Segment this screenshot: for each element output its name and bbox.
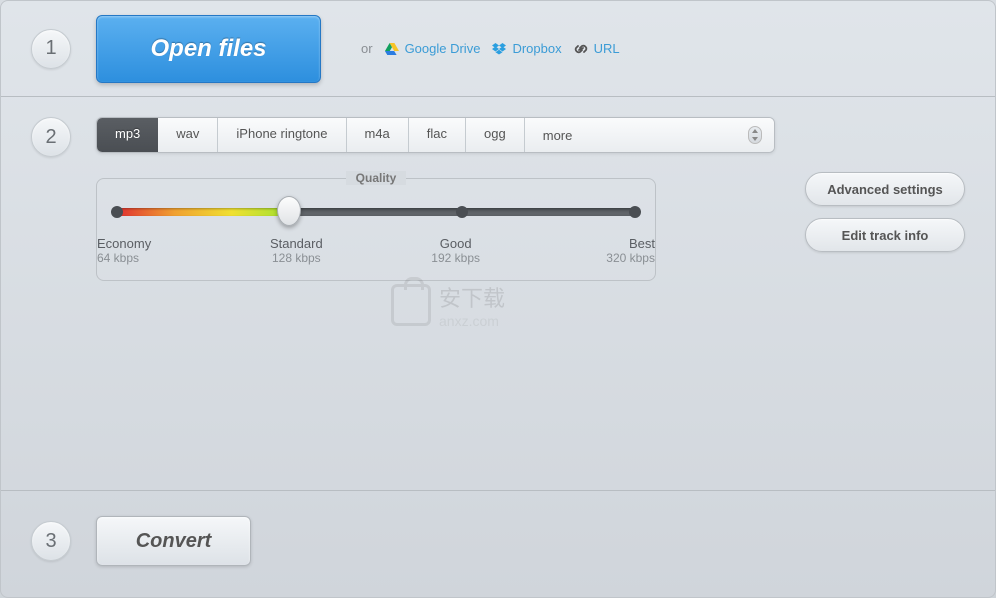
format-tab-flac[interactable]: flac bbox=[409, 118, 466, 152]
slider-tick-2 bbox=[456, 206, 468, 218]
quality-title: Quality bbox=[346, 171, 406, 185]
format-tab-more[interactable]: more bbox=[525, 118, 774, 152]
edit-track-info-button[interactable]: Edit track info bbox=[805, 218, 965, 252]
dropbox-icon bbox=[492, 43, 506, 55]
audio-converter-app: 1 Open files or Google Drive Dropbox URL… bbox=[0, 0, 996, 598]
quality-label-economy: Economy 64 kbps bbox=[97, 236, 177, 265]
url-link[interactable]: URL bbox=[574, 41, 620, 56]
format-tab-mp3[interactable]: mp3 bbox=[97, 118, 158, 152]
slider-tick-0 bbox=[111, 206, 123, 218]
google-drive-link[interactable]: Google Drive bbox=[385, 41, 481, 56]
step-badge-2: 2 bbox=[31, 117, 71, 157]
format-tabs: mp3 wav iPhone ringtone m4a flac ogg mor… bbox=[96, 117, 775, 153]
quality-label-good: Good 192 kbps bbox=[416, 236, 496, 265]
quality-labels: Economy 64 kbps Standard 128 kbps Good 1… bbox=[117, 236, 635, 265]
source-options: or Google Drive Dropbox URL bbox=[361, 41, 620, 56]
format-quality-area: mp3 wav iPhone ringtone m4a flac ogg mor… bbox=[96, 117, 775, 281]
open-files-button[interactable]: Open files bbox=[96, 15, 321, 83]
more-label: more bbox=[543, 128, 573, 143]
quality-label-best: Best 320 kbps bbox=[575, 236, 655, 265]
dropbox-link[interactable]: Dropbox bbox=[492, 41, 561, 56]
step-1-section: 1 Open files or Google Drive Dropbox URL bbox=[1, 1, 995, 96]
format-tab-m4a[interactable]: m4a bbox=[347, 118, 409, 152]
step-badge-1: 1 bbox=[31, 29, 71, 69]
slider-fill bbox=[117, 208, 289, 216]
format-tab-wav[interactable]: wav bbox=[158, 118, 218, 152]
slider-thumb[interactable] bbox=[277, 196, 301, 226]
advanced-settings-button[interactable]: Advanced settings bbox=[805, 172, 965, 206]
quality-panel: Quality Economy 64 kbps bbox=[96, 178, 656, 281]
step-2-section: 2 mp3 wav iPhone ringtone m4a flac ogg m… bbox=[1, 96, 995, 491]
google-drive-icon bbox=[385, 43, 399, 55]
link-icon bbox=[574, 43, 588, 55]
quality-label-standard: Standard 128 kbps bbox=[256, 236, 336, 265]
slider-tick-3 bbox=[629, 206, 641, 218]
dropbox-label: Dropbox bbox=[512, 41, 561, 56]
step-3-section: 3 Convert bbox=[1, 491, 995, 591]
convert-button[interactable]: Convert bbox=[96, 516, 251, 566]
format-tab-ogg[interactable]: ogg bbox=[466, 118, 525, 152]
format-tab-iphone[interactable]: iPhone ringtone bbox=[218, 118, 346, 152]
url-label: URL bbox=[594, 41, 620, 56]
or-label: or bbox=[361, 41, 373, 56]
side-buttons: Advanced settings Edit track info bbox=[805, 172, 965, 281]
step-badge-3: 3 bbox=[31, 521, 71, 561]
quality-slider[interactable] bbox=[117, 198, 635, 228]
google-drive-label: Google Drive bbox=[405, 41, 481, 56]
more-dropdown-icon bbox=[748, 126, 762, 144]
